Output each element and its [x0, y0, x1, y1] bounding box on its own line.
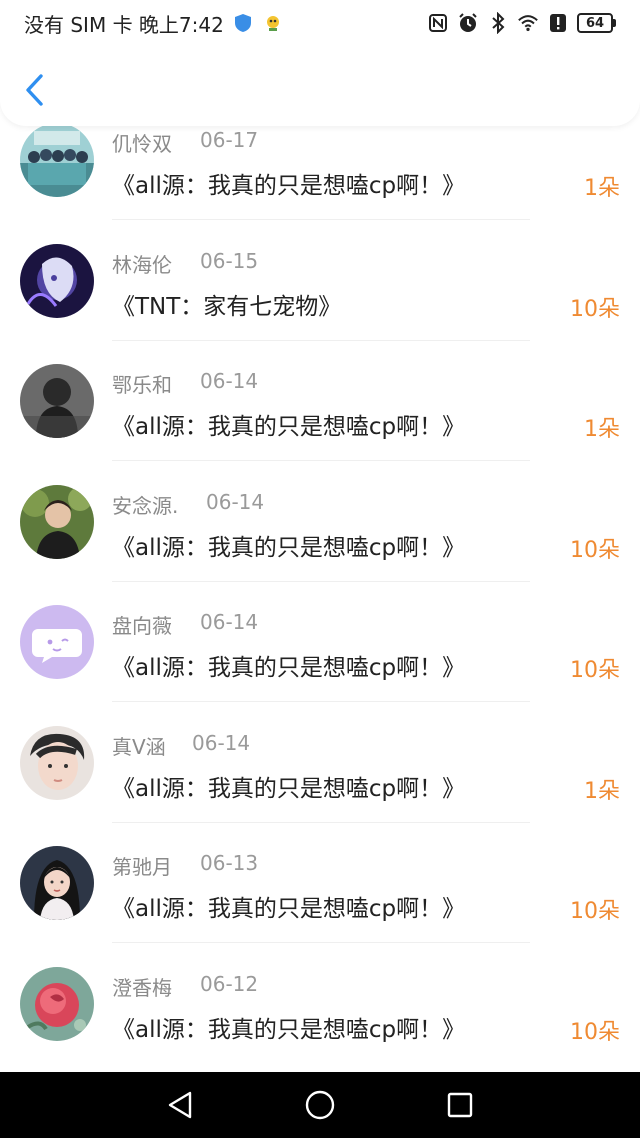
list-item[interactable]: 安念源. 06-14 《all源：我真的只是想嗑cp啊！》 10朵 [0, 462, 640, 583]
gift-amount: 1朵 [584, 176, 620, 201]
date: 06-14 [200, 610, 259, 634]
date: 06-12 [200, 971, 259, 996]
user-name: 澄香梅 [112, 975, 172, 1000]
book-title: 《all源：我真的只是想嗑cp啊！》 [112, 1016, 466, 1043]
user-name: 盘向薇 [112, 614, 172, 638]
gift-amount: 10朵 [570, 658, 620, 683]
list-item[interactable]: 澄香梅 06-12 《all源：我真的只是想嗑cp啊！》 10朵 [0, 944, 640, 1065]
status-bar: 没有 SIM 卡 晚上7:42 64 [0, 0, 640, 46]
date: 06-15 [200, 248, 259, 273]
gift-amount: 10朵 [570, 1019, 620, 1045]
chevron-left-icon [26, 74, 43, 106]
triangle-back-icon [168, 1091, 192, 1119]
avatar[interactable] [20, 364, 94, 438]
list-item[interactable]: 鄂乐和 06-14 《all源：我真的只是想嗑cp啊！》 1朵 [0, 341, 640, 462]
alert-icon [547, 12, 569, 34]
date: 06-14 [200, 369, 259, 393]
alarm-icon [457, 12, 479, 34]
date: 06-13 [200, 851, 259, 875]
avatar[interactable] [20, 605, 94, 679]
date: 06-17 [200, 128, 259, 152]
screen: 没有 SIM 卡 晚上7:42 64 仉怜双 06-17 《all源：我真的只是… [0, 0, 640, 1138]
wifi-icon [517, 12, 539, 34]
battery-level: 64 [577, 13, 613, 33]
user-name: 真V涵 [112, 734, 166, 759]
user-name: 仉怜双 [112, 132, 172, 156]
status-right: 64 [427, 12, 616, 34]
nav-recents-button[interactable] [440, 1085, 480, 1125]
book-title: 《all源：我真的只是想嗑cp啊！》 [112, 896, 466, 922]
gift-amount: 10朵 [570, 537, 620, 563]
back-button[interactable] [16, 70, 52, 110]
date: 06-14 [192, 730, 251, 755]
battery-tip [613, 19, 616, 27]
avatar[interactable] [20, 123, 94, 197]
carrier-time: 没有 SIM 卡 晚上7:42 [24, 12, 224, 37]
book-title: 《TNT：家有七宠物》 [112, 293, 342, 320]
user-name: 安念源. [112, 493, 179, 518]
user-name: 第驰月 [112, 855, 172, 879]
gift-amount: 10朵 [570, 899, 620, 924]
date: 06-14 [206, 489, 265, 514]
book-title: 《all源：我真的只是想嗑cp啊！》 [112, 173, 466, 199]
avatar[interactable] [20, 846, 94, 920]
list-item[interactable]: 盘向薇 06-14 《all源：我真的只是想嗑cp啊！》 10朵 [0, 582, 640, 703]
book-title: 《all源：我真的只是想嗑cp啊！》 [112, 775, 466, 802]
nfc-icon [427, 12, 449, 34]
navigation-bar [0, 1072, 640, 1138]
shield-icon [232, 12, 254, 34]
user-name: 鄂乐和 [112, 373, 172, 397]
gift-list: 仉怜双 06-17 《all源：我真的只是想嗑cp啊！》 1朵 林海伦 06-1… [0, 100, 640, 1064]
status-left: 没有 SIM 卡 晚上7:42 [24, 9, 284, 38]
gift-amount: 1朵 [584, 778, 620, 804]
nav-back-button[interactable] [160, 1085, 200, 1125]
book-title: 《all源：我真的只是想嗑cp啊！》 [112, 414, 466, 440]
list-item[interactable]: 真V涵 06-14 《all源：我真的只是想嗑cp啊！》 1朵 [0, 703, 640, 824]
avatar[interactable] [20, 243, 94, 318]
circle-home-icon [305, 1090, 335, 1120]
bluetooth-icon [487, 12, 509, 34]
gift-amount: 1朵 [584, 417, 620, 442]
header [0, 46, 640, 126]
app-notification-icon [262, 12, 284, 34]
avatar[interactable] [20, 725, 94, 800]
user-name: 林海伦 [112, 252, 172, 277]
avatar[interactable] [20, 966, 94, 1041]
book-title: 《all源：我真的只是想嗑cp啊！》 [112, 655, 466, 681]
book-title: 《all源：我真的只是想嗑cp啊！》 [112, 534, 466, 561]
list-item[interactable]: 第驰月 06-13 《all源：我真的只是想嗑cp啊！》 10朵 [0, 823, 640, 944]
square-recents-icon [447, 1092, 473, 1118]
battery-icon: 64 [577, 13, 616, 33]
gift-amount: 10朵 [570, 296, 620, 322]
avatar[interactable] [20, 484, 94, 559]
nav-home-button[interactable] [300, 1085, 340, 1125]
list-item[interactable]: 林海伦 06-15 《TNT：家有七宠物》 10朵 [0, 221, 640, 342]
